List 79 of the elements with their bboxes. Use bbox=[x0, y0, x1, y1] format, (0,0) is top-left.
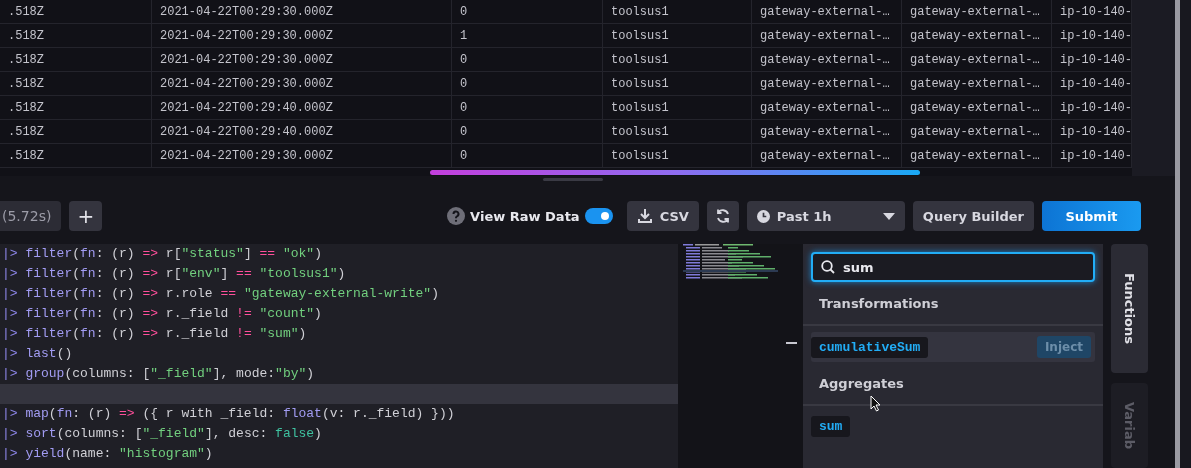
table-cell: 2021-04-22T00:29:30.000Z bbox=[152, 24, 452, 47]
collapse-handle[interactable] bbox=[786, 342, 797, 344]
refresh-button[interactable] bbox=[706, 201, 739, 231]
download-icon bbox=[636, 208, 653, 224]
table-cell: .518Z bbox=[0, 96, 152, 119]
function-item[interactable]: cumulativeSum bbox=[811, 336, 929, 358]
table-cell: toolsus1 bbox=[603, 120, 752, 143]
table-cell: .518Z bbox=[0, 120, 152, 143]
table-cell: 0 bbox=[452, 0, 603, 23]
table-cell: gateway-external-… bbox=[902, 72, 1052, 95]
code-line: |> yield(name: "histogram") bbox=[1, 445, 214, 463]
refresh-icon bbox=[714, 208, 731, 224]
table-cell: .518Z bbox=[0, 0, 152, 23]
code-line: |> group(columns: ["_field"], mode:"by") bbox=[1, 365, 316, 383]
function-item[interactable]: sum bbox=[811, 416, 851, 437]
code-line: |> filter(fn: (r) => r._field != "count") bbox=[1, 305, 323, 323]
time-range-dropdown[interactable]: Past 1h bbox=[746, 201, 905, 231]
code-line: |> last() bbox=[1, 345, 74, 363]
query-builder-button[interactable]: Query Builder bbox=[912, 201, 1034, 231]
table-cell: 0 bbox=[452, 48, 603, 71]
table-cell: gateway-external-… bbox=[902, 120, 1052, 143]
table-cell: toolsus1 bbox=[603, 48, 752, 71]
table-cell: gateway-external-… bbox=[902, 48, 1052, 71]
code-line: |> map(fn: (r) => ({ r with _field: float(v: r._field) })) bbox=[1, 405, 456, 423]
mouse-pointer-icon bbox=[870, 395, 882, 412]
table-cell: gateway-external-… bbox=[902, 144, 1052, 167]
table-cell: 2021-04-22T00:29:30.000Z bbox=[152, 144, 452, 167]
side-tab[interactable]: Functions bbox=[1111, 244, 1148, 374]
function-row[interactable]: sum bbox=[811, 412, 1095, 441]
table-cell: .518Z bbox=[0, 48, 152, 71]
table-cell: 0 bbox=[452, 120, 603, 143]
horizontal-scrollbar[interactable] bbox=[430, 170, 920, 175]
code-line: |> filter(fn: (r) => r._field != "sum") bbox=[1, 325, 308, 343]
view-raw-data-label: View Raw Data bbox=[470, 208, 580, 224]
table-cell: 1 bbox=[452, 24, 603, 47]
table-cell: 2021-04-22T00:29:30.000Z bbox=[152, 48, 452, 71]
submit-button[interactable]: Submit bbox=[1042, 201, 1141, 231]
resize-handle[interactable] bbox=[542, 178, 603, 181]
table-cell: gateway-external-… bbox=[752, 96, 902, 119]
help-icon[interactable] bbox=[447, 207, 466, 225]
code-line: |> filter(fn: (r) => r["env"] == "toolsus1") bbox=[1, 265, 347, 283]
table-cell: gateway-external-… bbox=[752, 72, 902, 95]
table-cell: .518Z bbox=[0, 24, 152, 47]
table-cell: gateway-external-… bbox=[752, 24, 902, 47]
table-cell: toolsus1 bbox=[603, 96, 752, 119]
raw-data-toggle[interactable] bbox=[584, 208, 613, 224]
table-cell: .518Z bbox=[0, 144, 152, 167]
table-cell: 0 bbox=[452, 144, 603, 167]
table-cell: gateway-external-… bbox=[902, 96, 1052, 119]
table-cell: gateway-external-… bbox=[752, 144, 902, 167]
caret-icon bbox=[882, 212, 895, 220]
table-cell: toolsus1 bbox=[603, 24, 752, 47]
table-cell: 2021-04-22T00:29:40.000Z bbox=[152, 96, 452, 119]
table-cell: gateway-external-… bbox=[752, 120, 902, 143]
table-cell: 2021-04-22T00:29:30.000Z bbox=[152, 0, 452, 23]
category-heading: Transformations bbox=[803, 282, 1103, 326]
search-icon bbox=[821, 260, 835, 274]
code-line: |> sort(columns: ["_field"], desc: false) bbox=[1, 425, 323, 443]
query-tab[interactable]: (5.72s) bbox=[0, 201, 62, 231]
table-cell: 2021-04-22T00:29:30.000Z bbox=[152, 72, 452, 95]
clock-icon bbox=[756, 209, 770, 223]
table-cell: 2021-04-22T00:29:40.000Z bbox=[152, 120, 452, 143]
table-cell: gateway-external-… bbox=[902, 24, 1052, 47]
table-cell: gateway-external-… bbox=[902, 0, 1052, 23]
table-cell: 0 bbox=[452, 96, 603, 119]
table-cell: gateway-external-… bbox=[752, 0, 902, 23]
table-cell: toolsus1 bbox=[603, 144, 752, 167]
code-line: |> filter(fn: (r) => r["status"] == "ok") bbox=[1, 245, 323, 263]
function-search-field[interactable]: sum bbox=[811, 252, 1095, 282]
table-cell: .518Z bbox=[0, 72, 152, 95]
table-cell: gateway-external-… bbox=[752, 48, 902, 71]
function-row[interactable]: cumulativeSum Inject bbox=[811, 332, 1095, 362]
csv-button[interactable]: CSV bbox=[626, 201, 699, 231]
code-editor[interactable] bbox=[0, 244, 678, 468]
table-cell: 0 bbox=[452, 72, 603, 95]
code-line: |> filter(fn: (r) => r.role == "gateway-external-write") bbox=[1, 285, 440, 303]
table-cell: toolsus1 bbox=[603, 72, 752, 95]
table-cell: toolsus1 bbox=[603, 0, 752, 23]
add-button[interactable]: + bbox=[69, 201, 103, 231]
